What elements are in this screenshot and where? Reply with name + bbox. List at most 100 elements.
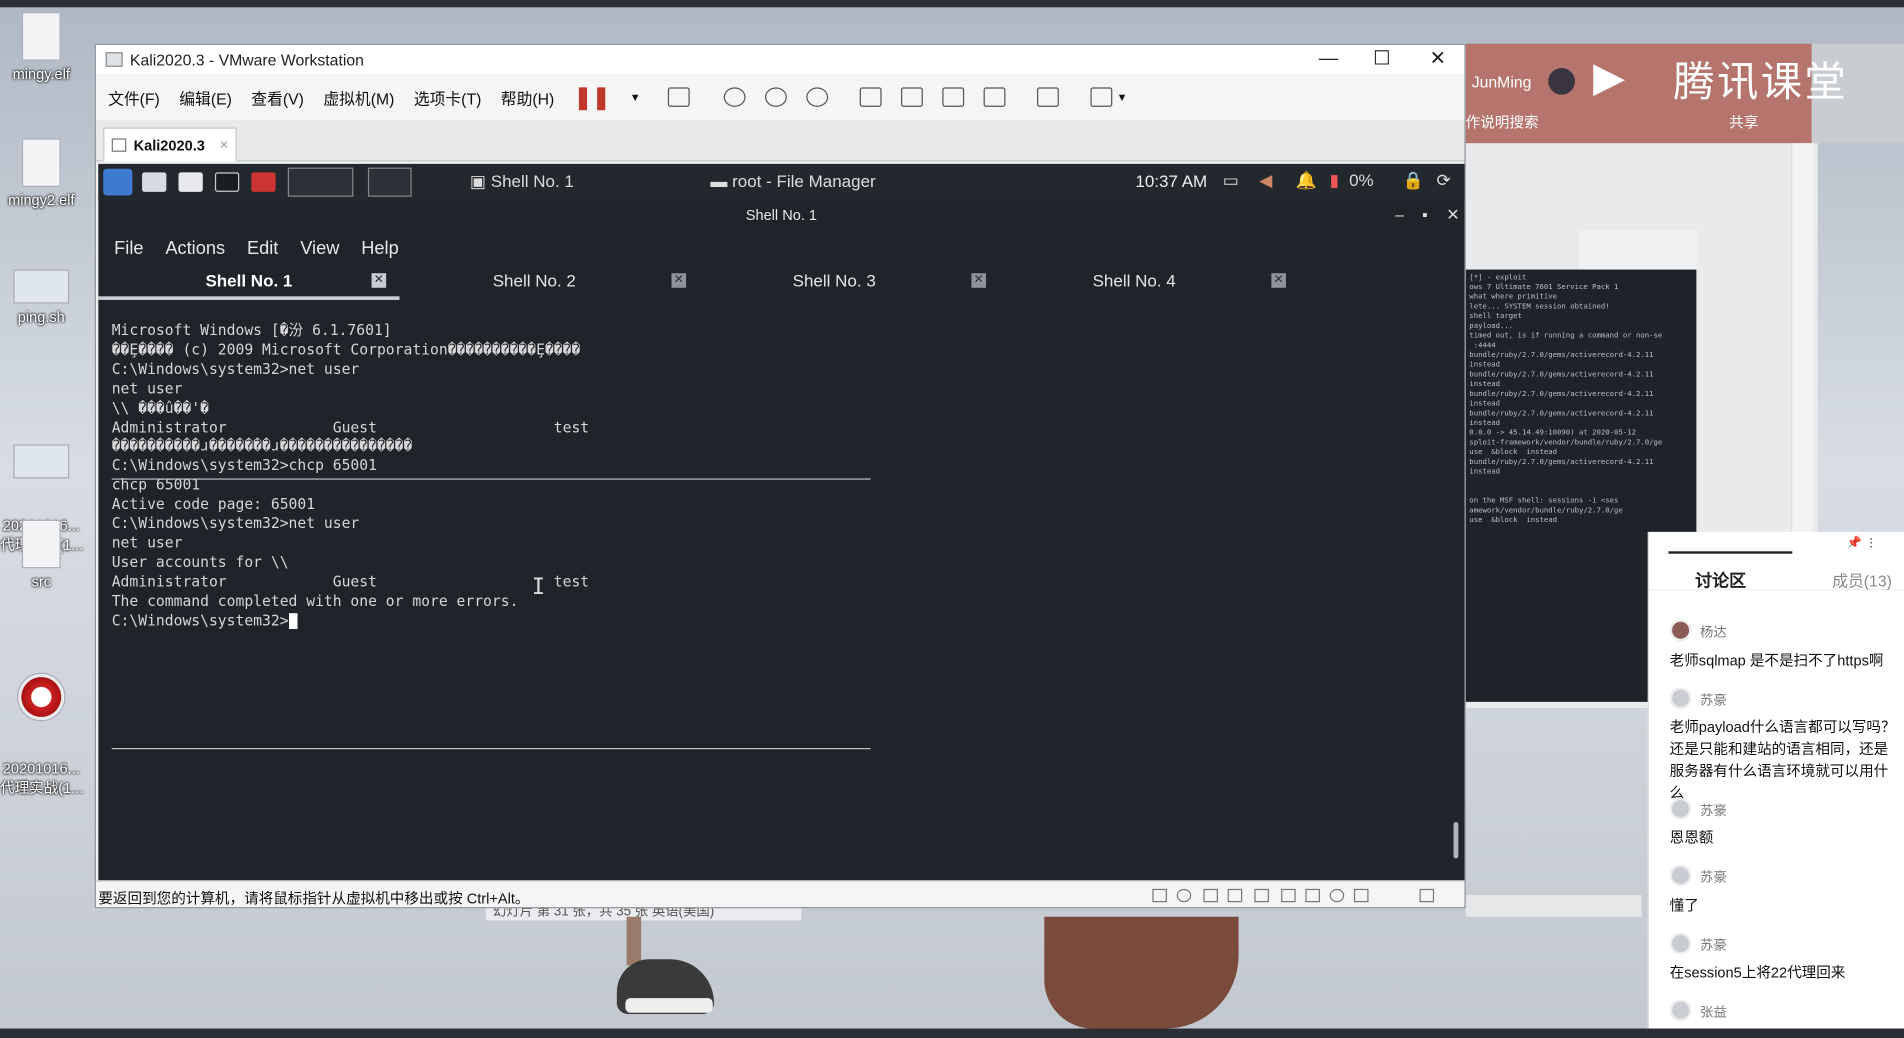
message-text: 恩恩额 (1669, 829, 1714, 847)
message-author: 苏豪 (1700, 870, 1727, 886)
hdd-icon[interactable] (1152, 888, 1167, 903)
terminal-menu-view[interactable]: View (300, 237, 339, 258)
message-author: 苏豪 (1700, 693, 1727, 708)
pause-icon[interactable]: ❚❚ (574, 84, 611, 110)
browser-icon[interactable] (251, 172, 276, 192)
minimize-button[interactable]: — (1301, 45, 1357, 74)
notification-bell-icon[interactable]: 🔔 (1296, 170, 1317, 191)
terminal-tab-4[interactable]: Shell No. 4 (999, 266, 1269, 300)
console-view-icon[interactable] (1036, 87, 1059, 107)
terminal-cursor (288, 612, 298, 629)
terminal-maximize-icon[interactable]: ▪ (1422, 200, 1428, 229)
message-log-icon[interactable] (1419, 888, 1435, 903)
desktop-icon-mingy-elf[interactable]: mingy.elf (0, 12, 83, 83)
menu-edit[interactable]: 编辑(E) (179, 86, 232, 109)
sound-icon[interactable] (1254, 888, 1269, 903)
terminal-tab-3-close-icon[interactable]: ✕ (971, 273, 987, 288)
terminal-tab-1-close-icon[interactable]: ✕ (371, 273, 387, 288)
terminal-titlebar[interactable]: Shell No. 1 – ▪ ✕ (98, 200, 1464, 229)
terminal-line: C:\Windows\system32>chcp 65001 (111, 456, 377, 474)
terminal-tab-3[interactable]: Shell No. 3 (699, 266, 969, 300)
terminal-close-icon[interactable]: ✕ (1446, 200, 1459, 229)
desktop-icon-ping-sh[interactable]: ping.sh (0, 269, 83, 325)
ppt-search-box[interactable]: 作说明搜索 (1466, 112, 1539, 133)
tab-members[interactable]: 成员(13) (1832, 568, 1892, 591)
vmware-titlebar[interactable]: Kali2020.3 - VMware Workstation — ☐ ✕ (95, 44, 1466, 75)
tencent-logo-icon: ▶ (1593, 54, 1625, 101)
menu-vm[interactable]: 虚拟机(M) (323, 86, 394, 109)
unity-icon[interactable] (983, 87, 1005, 107)
terminal-tab-2[interactable]: Shell No. 2 (400, 266, 670, 300)
kali-guest-screen[interactable]: ▣ Shell No. 1 ▬ root - File Manager 10:3… (98, 163, 1465, 881)
taskbar-item-shell[interactable]: ▣ Shell No. 1 (470, 171, 574, 192)
terminal-output[interactable]: Microsoft Windows [�汾 6.1.7601] ��Ȩ���� (… (112, 322, 1448, 873)
file-manager-icon[interactable] (178, 172, 203, 192)
menu-help[interactable]: 帮助(H) (501, 86, 554, 109)
menu-file[interactable]: 文件(F) (108, 86, 160, 109)
terminal-line: Administrator Guest test (111, 418, 590, 436)
slide-logo (1578, 230, 1698, 270)
display-status-icon[interactable] (1329, 888, 1345, 903)
workspace-1[interactable] (287, 167, 354, 197)
message-author: 苏豪 (1700, 803, 1727, 819)
tab-discussion[interactable]: 讨论区 (1695, 568, 1746, 592)
pin-icon[interactable]: 📌 ⋮ (1847, 537, 1878, 550)
stretch-guest-icon[interactable] (1089, 87, 1112, 107)
vm-tab-kali[interactable]: Kali2020.3 × (103, 127, 237, 162)
cdrom-icon[interactable] (1176, 888, 1192, 903)
terminal-menu-edit[interactable]: Edit (247, 237, 278, 258)
usb2-icon[interactable] (1353, 888, 1369, 903)
snapshot-icon[interactable] (723, 87, 746, 107)
terminal-tab-1[interactable]: Shell No. 1 (98, 266, 400, 300)
panel-clock[interactable]: 10:37 AM (1135, 171, 1207, 190)
ppt-file-icon (13, 444, 70, 479)
taskbar-item-fm-label: root - File Manager (732, 171, 876, 191)
display-icon[interactable]: ▭ (1223, 170, 1239, 191)
fullscreen-icon[interactable] (941, 87, 964, 107)
desktop-icon-src[interactable]: src (0, 519, 83, 591)
terminal-scrollbar[interactable] (1453, 822, 1459, 859)
share-button[interactable]: 共享 (1729, 112, 1758, 133)
vmware-statusbar: 要返回到您的计算机，请将鼠标指针从虚拟机中移出或按 Ctrl+Alt。 (95, 880, 1465, 908)
logout-icon[interactable]: ⟳ (1437, 170, 1451, 191)
taskbar-item-file-manager[interactable]: ▬ root - File Manager (710, 171, 875, 190)
terminal-tab-4-close-icon[interactable]: ✕ (1271, 273, 1286, 288)
snapshot-manager-icon[interactable] (805, 87, 828, 107)
desktop-icon-mingy2-elf[interactable]: mingy2.elf (0, 138, 83, 209)
usb-icon[interactable] (1305, 888, 1320, 903)
terminal-menu-file[interactable]: File (114, 237, 143, 258)
desktop-icon-video[interactable]: 20201016... 代理实战(1... (0, 639, 83, 832)
terminal-menu-help[interactable]: Help (361, 237, 398, 258)
network2-icon[interactable] (1227, 888, 1243, 903)
vm-tab-close-icon[interactable]: × (220, 136, 229, 153)
menu-view[interactable]: 查看(V) (251, 86, 304, 109)
stretch-dropdown-icon[interactable]: ▼ (1117, 91, 1128, 103)
pause-dropdown-icon[interactable]: ▼ (630, 91, 641, 103)
taskbar-item-shell-label: Shell No. 1 (490, 171, 574, 191)
terminal-menu-actions[interactable]: Actions (165, 237, 225, 258)
thumbnail-bar-icon[interactable] (900, 87, 923, 107)
network-icon[interactable] (1203, 888, 1218, 903)
vmware-status-text: 要返回到您的计算机，请将鼠标指针从虚拟机中移出或按 Ctrl+Alt。 (98, 890, 530, 908)
terminal-launcher-icon[interactable] (214, 172, 240, 192)
vmware-window[interactable]: Kali2020.3 - VMware Workstation — ☐ ✕ 文件… (94, 43, 1466, 909)
send-ctrl-alt-del-icon[interactable] (667, 87, 690, 107)
terminal-tab-2-close-icon[interactable]: ✕ (671, 273, 687, 288)
message-text: 懂了 (1669, 897, 1699, 915)
revert-snapshot-icon[interactable] (764, 87, 787, 107)
close-button[interactable]: ✕ (1410, 45, 1466, 74)
output-separator (111, 478, 871, 480)
wallpaper-character-leg (626, 916, 642, 966)
battery-icon[interactable]: ▮ (1330, 170, 1339, 191)
show-desktop-icon[interactable] (142, 172, 167, 192)
volume-icon[interactable]: ◀ (1259, 170, 1272, 191)
desktop-icon-label: src (31, 573, 52, 591)
sidebar-toggle-icon[interactable] (859, 87, 882, 107)
menu-tabs[interactable]: 选项卡(T) (414, 86, 482, 109)
kali-menu-icon[interactable] (103, 168, 133, 196)
lock-screen-icon[interactable]: 🔒 (1403, 170, 1424, 191)
workspace-2[interactable] (367, 167, 412, 197)
maximize-button[interactable]: ☐ (1354, 45, 1410, 74)
terminal-minimize-icon[interactable]: – (1395, 200, 1404, 229)
printer-icon[interactable] (1281, 888, 1296, 903)
